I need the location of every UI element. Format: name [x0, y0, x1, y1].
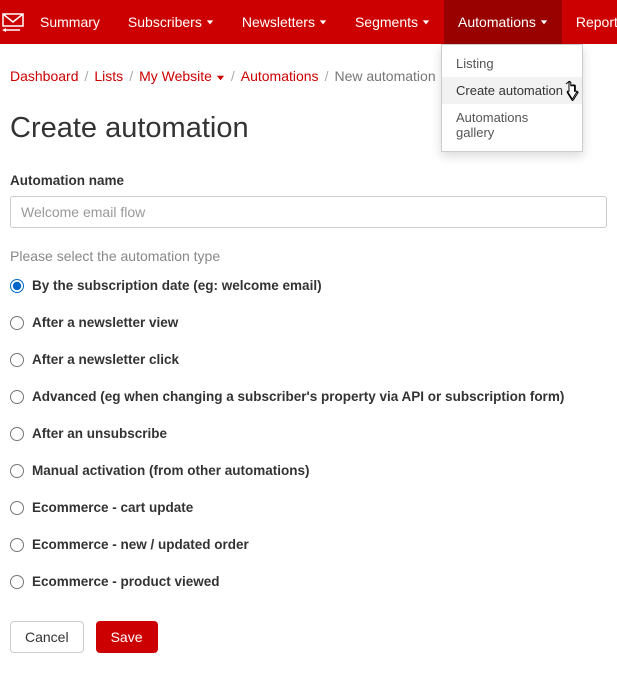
app-logo[interactable] [0, 0, 26, 44]
automation-type-radio[interactable] [10, 538, 24, 552]
automation-type-option: Ecommerce - new / updated order [10, 537, 607, 552]
automation-type-label[interactable]: After an unsubscribe [32, 426, 167, 441]
breadcrumb-dashboard[interactable]: Dashboard [10, 68, 79, 84]
automation-type-option: After an unsubscribe [10, 426, 607, 441]
cancel-button[interactable]: Cancel [10, 621, 84, 653]
automation-type-radio[interactable] [10, 501, 24, 515]
automation-type-label[interactable]: After a newsletter click [32, 352, 179, 367]
nav-item-subscribers[interactable]: Subscribers [114, 0, 228, 44]
automation-type-option: Ecommerce - product viewed [10, 574, 607, 589]
breadcrumb-site-picker[interactable]: My Website [139, 68, 225, 84]
automation-type-label[interactable]: Manual activation (from other automation… [32, 463, 310, 478]
automation-type-radio[interactable] [10, 390, 24, 404]
automation-type-label[interactable]: Ecommerce - cart update [32, 500, 193, 515]
automation-name-label: Automation name [10, 173, 607, 188]
breadcrumb-separator: / [325, 68, 329, 84]
nav-item-summary[interactable]: Summary [26, 0, 114, 44]
automation-type-radio[interactable] [10, 353, 24, 367]
nav-item-label: Newsletters [242, 14, 315, 30]
nav-item-label: Summary [40, 14, 100, 30]
nav-list: Summary Subscribers Newsletters Segments Aut… [26, 0, 617, 44]
automation-type-radio[interactable] [10, 575, 24, 589]
automation-type-option: After a newsletter click [10, 352, 607, 367]
automation-type-radio[interactable] [10, 316, 24, 330]
nav-item-automations[interactable]: Automations [444, 0, 562, 44]
nav-item-segments[interactable]: Segments [341, 0, 444, 44]
caret-down-icon [422, 18, 430, 26]
dropdown-item-automations-gallery[interactable]: Automations gallery [442, 104, 582, 146]
breadcrumb-separator: / [129, 68, 133, 84]
breadcrumb-separator: / [85, 68, 89, 84]
automation-name-input[interactable] [10, 196, 607, 228]
envelope-logo-icon [0, 10, 26, 34]
save-button[interactable]: Save [96, 621, 158, 653]
breadcrumb-separator: / [231, 68, 235, 84]
breadcrumb-automations[interactable]: Automations [241, 68, 319, 84]
nav-item-reports[interactable]: Reports [562, 0, 617, 44]
caret-down-icon [216, 68, 225, 84]
caret-down-icon [319, 18, 327, 26]
automation-type-group: By the subscription date (eg: welcome em… [10, 278, 607, 589]
form-actions: Cancel Save [10, 621, 607, 653]
caret-down-icon [206, 18, 214, 26]
automation-type-radio[interactable] [10, 427, 24, 441]
automation-type-option: After a newsletter view [10, 315, 607, 330]
automation-type-label[interactable]: Advanced (eg when changing a subscriber'… [32, 389, 564, 404]
nav-item-label: Automations [458, 14, 536, 30]
nav-item-label: Segments [355, 14, 418, 30]
top-nav: Summary Subscribers Newsletters Segments Aut… [0, 0, 617, 44]
automation-type-option: By the subscription date (eg: welcome em… [10, 278, 607, 293]
breadcrumb-lists[interactable]: Lists [94, 68, 123, 84]
nav-item-label: Reports [576, 14, 617, 30]
dropdown-item-listing[interactable]: Listing [442, 50, 582, 77]
nav-item-label: Subscribers [128, 14, 202, 30]
automation-type-label[interactable]: Ecommerce - new / updated order [32, 537, 249, 552]
automation-type-radio[interactable] [10, 464, 24, 478]
automation-type-option: Ecommerce - cart update [10, 500, 607, 515]
dropdown-item-create-automation[interactable]: Create automation [442, 77, 582, 104]
automations-dropdown: ListingCreate automationAutomations gall… [441, 44, 583, 152]
automation-type-option: Advanced (eg when changing a subscriber'… [10, 389, 607, 404]
automation-type-label[interactable]: After a newsletter view [32, 315, 178, 330]
automation-type-radio[interactable] [10, 279, 24, 293]
caret-down-icon [540, 18, 548, 26]
automation-type-label[interactable]: Ecommerce - product viewed [32, 574, 220, 589]
automation-type-option: Manual activation (from other automation… [10, 463, 607, 478]
automation-type-label[interactable]: By the subscription date (eg: welcome em… [32, 278, 322, 293]
nav-item-newsletters[interactable]: Newsletters [228, 0, 341, 44]
breadcrumb-current: New automation [334, 68, 435, 84]
automation-type-hint: Please select the automation type [10, 248, 607, 264]
